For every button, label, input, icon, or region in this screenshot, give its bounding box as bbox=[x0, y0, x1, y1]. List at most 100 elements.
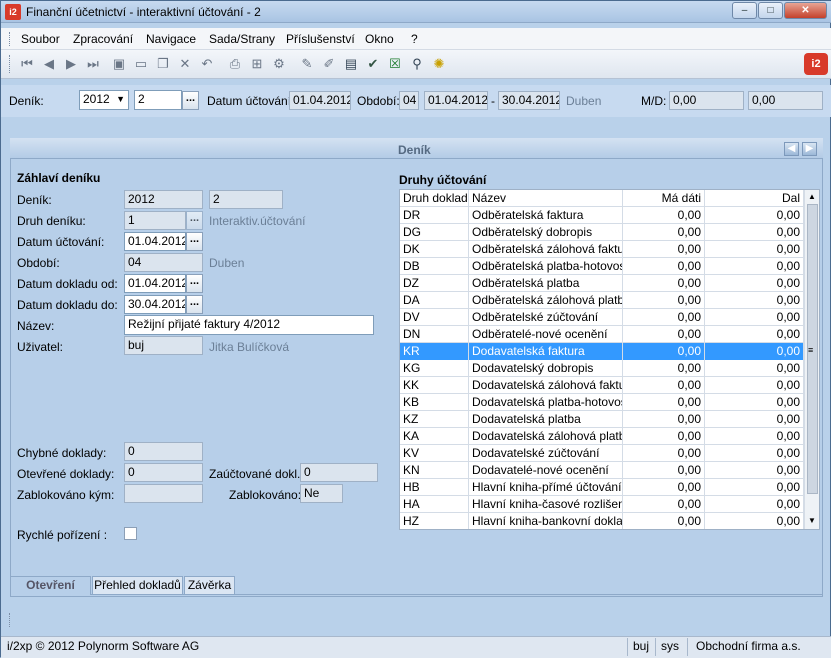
col-dal[interactable]: Dal bbox=[705, 190, 804, 207]
tree-icon[interactable]: ⊞ bbox=[249, 56, 265, 72]
section-header-right: Druhy účtování bbox=[399, 173, 487, 187]
table-row[interactable]: KA Dodavatelská zálohová platba 0,00 0,00 bbox=[400, 428, 804, 445]
table-row[interactable]: KZ Dodavatelská platba 0,00 0,00 bbox=[400, 411, 804, 428]
close-button[interactable]: ✕ bbox=[784, 2, 827, 19]
table-row[interactable]: DA Odběratelská zálohová platba 0,00 0,00 bbox=[400, 292, 804, 309]
cell-nazev: Dodavatelé-nové ocenění bbox=[469, 462, 623, 479]
table-row[interactable]: KK Dodavatelská zálohová faktura 0,00 0,00 bbox=[400, 377, 804, 394]
do-input[interactable]: 30.04.2012 bbox=[124, 295, 186, 314]
form-denik-year: 2012 bbox=[124, 190, 203, 209]
denik-no-input[interactable]: 2 bbox=[134, 90, 182, 110]
tab-otevreni[interactable]: Otevření bbox=[10, 576, 91, 595]
first-icon[interactable]: ⏮ bbox=[19, 56, 35, 72]
table-row[interactable]: KB Dodavatelská platba-hotovost 0,00 0,00 bbox=[400, 394, 804, 411]
cell-dal: 0,00 bbox=[705, 479, 804, 496]
minimize-button[interactable]: – bbox=[732, 2, 757, 19]
table-header: Druh dokladu Název Má dáti Dal bbox=[400, 190, 804, 207]
copy-icon[interactable]: ❐ bbox=[155, 56, 171, 72]
calendar-icon[interactable]: ▤ bbox=[343, 56, 359, 72]
chybne-label: Chybné doklady: bbox=[17, 446, 107, 460]
table-row[interactable]: DN Odběratelé-nové ocenění 0,00 0,00 bbox=[400, 326, 804, 343]
druh-lookup-button[interactable]: ... bbox=[186, 211, 203, 230]
cell-ma-dati: 0,00 bbox=[623, 411, 705, 428]
scroll-up-icon[interactable]: ▲ bbox=[808, 192, 816, 201]
tab-zaverka[interactable]: Závěrka bbox=[184, 576, 235, 595]
col-ma-dati[interactable]: Má dáti bbox=[623, 190, 705, 207]
od-input[interactable]: 01.04.2012 bbox=[124, 274, 186, 293]
cell-ma-dati: 0,00 bbox=[623, 394, 705, 411]
md-field-1: 0,00 bbox=[669, 91, 744, 110]
rychle-checkbox[interactable] bbox=[124, 527, 137, 540]
delete-icon[interactable]: ✕ bbox=[177, 56, 193, 72]
status-sep-1 bbox=[627, 638, 628, 656]
panel-next-button[interactable]: ▶ bbox=[802, 142, 817, 156]
pen-icon[interactable]: ✐ bbox=[321, 56, 337, 72]
form-obdobi-desc: Duben bbox=[209, 256, 245, 270]
denik-label: Deník: bbox=[9, 94, 44, 108]
menu-soubor[interactable]: Soubor bbox=[21, 32, 60, 46]
check-icon[interactable]: ✔ bbox=[365, 56, 381, 72]
od-picker-button[interactable]: ... bbox=[186, 274, 203, 293]
status-company: Obchodní firma a.s. bbox=[696, 639, 801, 653]
table-row[interactable]: HA Hlavní kniha-časové rozlišení 0,00 0,00 bbox=[400, 496, 804, 513]
prev-icon[interactable]: ◀ bbox=[41, 56, 57, 72]
next-icon[interactable]: ▶ bbox=[63, 56, 79, 72]
scroll-down-icon[interactable]: ▼ bbox=[808, 516, 816, 525]
table-row[interactable]: DG Odběratelský dobropis 0,00 0,00 bbox=[400, 224, 804, 241]
menu-navigace[interactable]: Navigace bbox=[146, 32, 196, 46]
edit-icon[interactable]: ✎ bbox=[299, 56, 315, 72]
print-icon[interactable]: ⎙ bbox=[227, 56, 243, 72]
save-icon[interactable]: ▣ bbox=[111, 56, 127, 72]
menu-sada-strany[interactable]: Sada/Strany bbox=[209, 32, 275, 46]
excel-icon[interactable]: ☒ bbox=[387, 56, 403, 72]
cell-nazev: Dodavatelské zúčtování bbox=[469, 445, 623, 462]
last-icon[interactable]: ⏭ bbox=[85, 56, 101, 72]
table-row[interactable]: DR Odběratelská faktura 0,00 0,00 bbox=[400, 207, 804, 224]
bulb-icon[interactable]: ✺ bbox=[431, 56, 447, 72]
year-select[interactable]: 2012 ▼ bbox=[79, 90, 129, 110]
table-row[interactable]: KG Dodavatelský dobropis 0,00 0,00 bbox=[400, 360, 804, 377]
menu-help[interactable]: ? bbox=[411, 32, 418, 46]
denik-lookup-button[interactable]: ... bbox=[182, 91, 199, 110]
cell-dal: 0,00 bbox=[705, 207, 804, 224]
cell-druh: DA bbox=[400, 292, 469, 309]
menu-okno[interactable]: Okno bbox=[365, 32, 394, 46]
form-datum-input[interactable]: 01.04.2012 bbox=[124, 232, 186, 251]
table-row[interactable]: DB Odběratelská platba-hotovost 0,00 0,00 bbox=[400, 258, 804, 275]
cell-druh: DZ bbox=[400, 275, 469, 292]
maximize-button[interactable]: □ bbox=[758, 2, 783, 19]
search-icon[interactable]: ⚲ bbox=[409, 56, 425, 72]
table-row[interactable]: DK Odběratelská zálohová faktura 0,00 0,00 bbox=[400, 241, 804, 258]
cell-ma-dati: 0,00 bbox=[623, 445, 705, 462]
datum-picker-button[interactable]: ... bbox=[186, 232, 203, 251]
table-row[interactable]: DV Odběratelské zúčtování 0,00 0,00 bbox=[400, 309, 804, 326]
cell-nazev: Dodavatelská zálohová faktura bbox=[469, 377, 623, 394]
nazev-input[interactable]: Režijní přijaté faktury 4/2012 bbox=[124, 315, 374, 335]
uzivatel-field: buj bbox=[124, 336, 203, 355]
table-row[interactable]: HB Hlavní kniha-přímé účtování 0,00 0,00 bbox=[400, 479, 804, 496]
table-row[interactable]: KV Dodavatelské zúčtování 0,00 0,00 bbox=[400, 445, 804, 462]
do-label: Datum dokladu do: bbox=[17, 298, 118, 312]
menu-zpracovani[interactable]: Zpracování bbox=[73, 32, 133, 46]
col-druh[interactable]: Druh dokladu bbox=[400, 190, 469, 207]
cell-ma-dati: 0,00 bbox=[623, 241, 705, 258]
table-scrollbar[interactable]: ▲ ≡ ▼ bbox=[804, 190, 819, 529]
col-nazev[interactable]: Název bbox=[469, 190, 623, 207]
cell-nazev: Hlavní kniha-časové rozlišení bbox=[469, 496, 623, 513]
gear-icon[interactable]: ⚙ bbox=[271, 56, 287, 72]
undo-icon[interactable]: ↶ bbox=[199, 56, 215, 72]
obdobi-do-field: 30.04.2012 bbox=[498, 91, 560, 110]
status-sys: sys bbox=[661, 639, 679, 653]
do-picker-button[interactable]: ... bbox=[186, 295, 203, 314]
status-sep-2 bbox=[655, 638, 656, 656]
table-row[interactable]: KR Dodavatelská faktura 0,00 0,00 bbox=[400, 343, 804, 360]
new-icon[interactable]: ▭ bbox=[133, 56, 149, 72]
tab-prehled-dokladu[interactable]: Přehled dokladů bbox=[92, 576, 183, 595]
cell-druh: KZ bbox=[400, 411, 469, 428]
menu-prislusenstvi[interactable]: Příslušenství bbox=[286, 32, 355, 46]
cell-druh: DV bbox=[400, 309, 469, 326]
table-row[interactable]: DZ Odběratelská platba 0,00 0,00 bbox=[400, 275, 804, 292]
panel-prev-button[interactable]: ◀ bbox=[784, 142, 799, 156]
table-row[interactable]: KN Dodavatelé-nové ocenění 0,00 0,00 bbox=[400, 462, 804, 479]
table-row[interactable]: HZ Hlavní kniha-bankovní doklad 0,00 0,00 bbox=[400, 513, 804, 529]
